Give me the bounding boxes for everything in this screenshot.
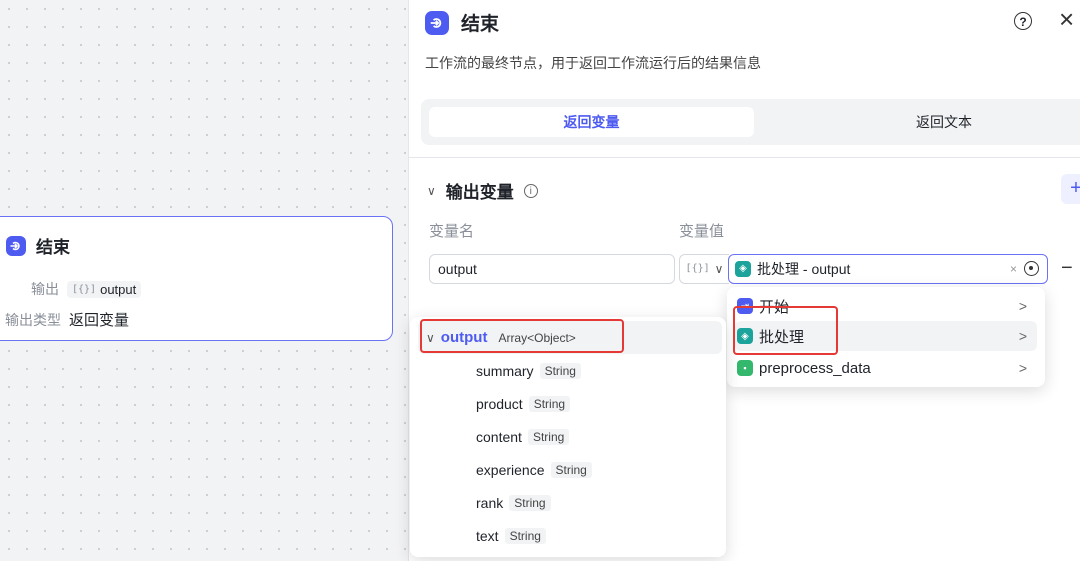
var-name: product	[476, 395, 523, 412]
node-output-chip: [{}] output	[67, 280, 142, 298]
var-child-content[interactable]: content String	[410, 420, 792, 453]
help-icon[interactable]: ?	[1014, 12, 1032, 30]
chevron-right-icon: >	[1018, 298, 1027, 314]
panel-description: 工作流的最终节点，用于返回工作流运行后的结果信息	[425, 55, 761, 71]
info-icon[interactable]: i	[523, 183, 538, 198]
var-child-summary[interactable]: summary String	[410, 354, 792, 387]
batch-node-icon: ◈	[735, 261, 751, 277]
array-type-icon: [{}]	[685, 263, 710, 274]
close-icon[interactable]: ×	[1059, 6, 1074, 32]
panel-header: 结束	[425, 9, 499, 36]
node-output-type-value: 返回变量	[69, 312, 130, 329]
var-name: experience	[476, 461, 545, 478]
chevron-down-icon: ∨	[714, 262, 724, 276]
chevron-down-icon[interactable]: ∨	[427, 184, 436, 198]
node-output-label: 输出	[31, 281, 59, 297]
add-variable-button[interactable]: +	[1061, 174, 1080, 204]
end-node-icon	[425, 10, 449, 35]
value-separator: -	[799, 261, 812, 277]
highlight-box-batch	[733, 306, 838, 355]
end-node-header: 结束	[6, 233, 70, 258]
remove-variable-button[interactable]: −	[1061, 254, 1073, 282]
tab-return-text[interactable]: 返回文本	[804, 107, 1080, 137]
var-child-rank[interactable]: rank String	[410, 486, 792, 519]
var-type-badge: String	[527, 428, 570, 445]
value-variable-name: output	[811, 261, 851, 277]
chevron-right-icon: >	[1018, 360, 1027, 376]
column-name-label: 变量名	[429, 223, 475, 240]
node-output-type-label: 输出类型	[5, 311, 61, 328]
var-child-text[interactable]: text String	[410, 519, 792, 552]
section-title: 输出变量	[445, 183, 514, 202]
end-node-card[interactable]: 结束 输出 [{}] output 输出类型 返回变量	[0, 216, 393, 341]
node-output-type-row: 输出类型 返回变量	[5, 309, 129, 330]
var-name: rank	[476, 494, 504, 511]
var-name: summary	[476, 362, 534, 379]
variable-tree-menu: ∨ output Array<Object> summary String pr…	[410, 317, 726, 557]
var-name: text	[476, 527, 499, 544]
clear-icon[interactable]: ×	[1010, 255, 1017, 283]
end-node-icon	[6, 235, 26, 256]
panel-title: 结束	[461, 14, 500, 35]
var-child-experience[interactable]: experience String	[410, 453, 792, 486]
output-section-header[interactable]: ∨ 输出变量 i	[427, 178, 538, 203]
highlight-box-output	[420, 319, 624, 353]
value-node-name: 批处理	[757, 261, 799, 277]
var-type-badge: String	[550, 461, 592, 478]
array-type-icon: [{}]	[72, 283, 97, 295]
variable-name-input[interactable]: output	[429, 254, 675, 284]
var-type-badge: String	[509, 494, 551, 511]
var-type-badge: String	[528, 395, 571, 412]
node-output-row: 输出 [{}] output	[31, 279, 142, 299]
value-type-select[interactable]: [{}] ∨	[679, 254, 729, 284]
var-type-badge: String	[539, 362, 581, 379]
end-node-title: 结束	[36, 238, 70, 257]
variable-value-selector[interactable]: ◈ 批处理 - output ×	[728, 254, 1048, 284]
var-child-product[interactable]: product String	[410, 387, 792, 420]
var-type-badge: String	[504, 527, 546, 544]
var-name: content	[476, 428, 522, 445]
chevron-right-icon: >	[1018, 328, 1027, 344]
target-icon[interactable]	[1024, 261, 1039, 276]
tab-return-variable[interactable]: 返回变量	[429, 107, 754, 137]
divider	[409, 157, 1080, 158]
column-value-label: 变量值	[679, 223, 725, 240]
node-output-value: output	[100, 281, 137, 297]
